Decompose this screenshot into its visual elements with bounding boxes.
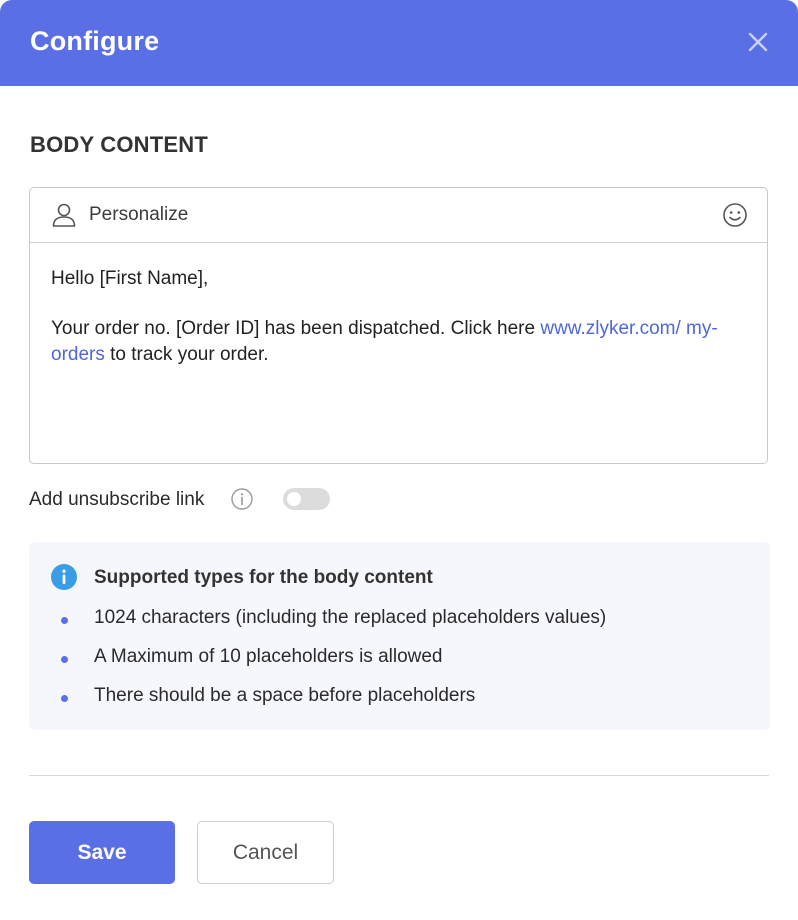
greeting-line: Hello [First Name], bbox=[51, 268, 209, 289]
toggle-knob bbox=[287, 492, 301, 506]
close-button[interactable] bbox=[744, 28, 772, 56]
info-box-title: Supported types for the body content bbox=[94, 567, 433, 588]
info-filled-icon bbox=[51, 564, 77, 590]
editor-toolbar: Personalize bbox=[30, 188, 767, 243]
dialog-header: Configure bbox=[0, 0, 798, 86]
bullet-icon bbox=[61, 656, 68, 663]
list-item: A Maximum of 10 placeholders is allowed bbox=[29, 645, 770, 684]
bullet-icon bbox=[61, 617, 68, 624]
save-button[interactable]: Save bbox=[29, 821, 175, 884]
message-line: Your order no. [Order ID] has been dispa… bbox=[51, 316, 741, 368]
close-icon bbox=[748, 32, 768, 52]
bullet-icon bbox=[61, 695, 68, 702]
footer-divider bbox=[29, 775, 769, 776]
list-item: There should be a space before placehold… bbox=[29, 684, 770, 723]
unsubscribe-label: Add unsubscribe link bbox=[29, 489, 205, 510]
info-outline-icon[interactable] bbox=[230, 487, 254, 511]
info-list: 1024 characters (including the replaced … bbox=[29, 606, 770, 723]
list-item: 1024 characters (including the replaced … bbox=[29, 606, 770, 645]
personalize-button[interactable]: Personalize bbox=[89, 204, 188, 226]
dialog-title: Configure bbox=[30, 26, 160, 56]
configure-dialog: Configure BODY CONTENT Personalize Hello… bbox=[0, 0, 798, 920]
list-item-text: There should be a space before placehold… bbox=[94, 685, 476, 706]
section-title: BODY CONTENT bbox=[30, 132, 209, 157]
editor-body-text[interactable]: Hello [First Name], Your order no. [Orde… bbox=[51, 266, 741, 392]
message-suffix: to track your order. bbox=[104, 344, 269, 365]
person-icon bbox=[52, 203, 76, 227]
body-content-editor[interactable]: Personalize Hello [First Name], Your ord… bbox=[29, 187, 768, 464]
smiley-icon[interactable] bbox=[722, 202, 748, 228]
list-item-text: 1024 characters (including the replaced … bbox=[94, 607, 607, 628]
supported-types-info-box: Supported types for the body content 102… bbox=[29, 542, 770, 730]
unsubscribe-row: Add unsubscribe link bbox=[29, 486, 359, 514]
cancel-button[interactable]: Cancel bbox=[197, 821, 334, 884]
message-prefix: Your order no. [Order ID] has been dispa… bbox=[51, 318, 541, 339]
unsubscribe-toggle[interactable] bbox=[283, 488, 330, 510]
list-item-text: A Maximum of 10 placeholders is allowed bbox=[94, 646, 443, 667]
